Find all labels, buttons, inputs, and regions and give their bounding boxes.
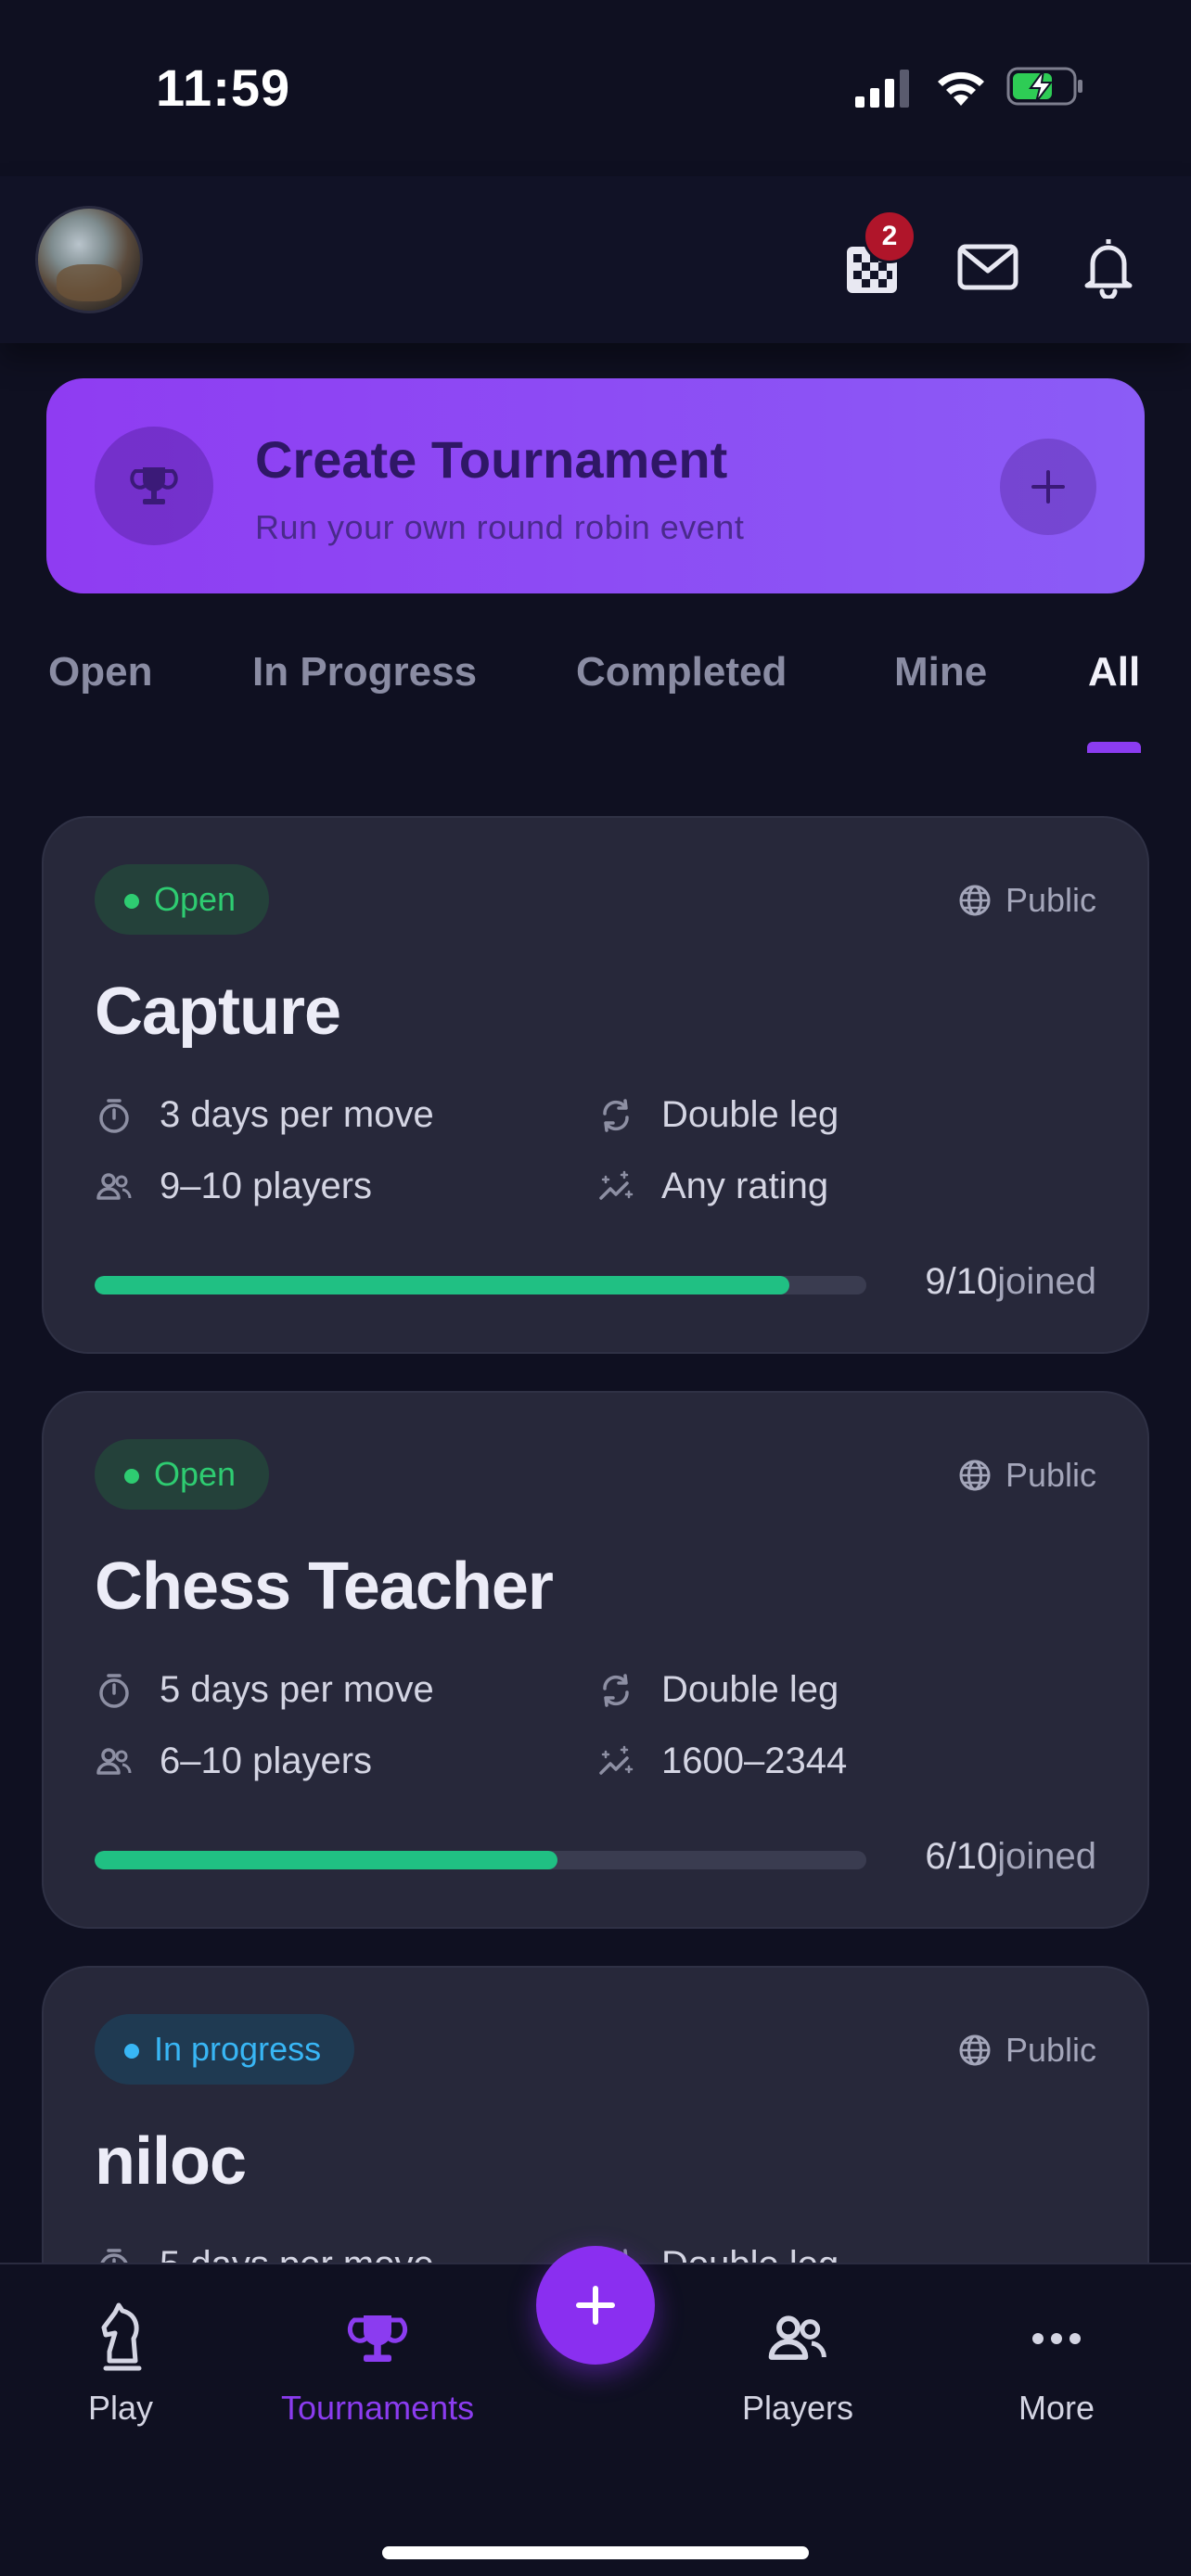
nav-more-label: More [1018,2389,1095,2427]
status-time: 11:59 [156,58,291,117]
tab-completed[interactable]: Completed [576,649,787,695]
players-text: 9–10 players [160,1166,373,1206]
rating-range: Any rating [596,1166,828,1207]
time-control: 5 days per move [95,1669,434,1711]
banner-title: Create Tournament [255,430,728,489]
active-tab-indicator [1087,742,1141,753]
joined-number: 9/10 [925,1261,998,1302]
status-bar: 11:59 [0,0,1191,176]
repeat-icon [603,1673,629,1707]
format-text: Double leg [661,1094,839,1135]
nav-more[interactable]: More [1018,2302,1095,2428]
nav-players-label: Players [742,2389,854,2427]
nav-players[interactable]: Players [742,2302,853,2428]
players-text: 6–10 players [160,1741,373,1781]
joined-progress-fill [95,1851,558,1869]
visibility-label: Public [957,2031,1096,2070]
home-indicator [382,2546,809,2559]
plus-icon[interactable] [1000,439,1096,535]
battery-charging-icon [1006,67,1082,106]
users-icon [96,1172,132,1200]
create-tournament-banner[interactable]: Create Tournament Run your own round rob… [46,378,1145,593]
joined-label: joined [997,1261,1096,1302]
screen: 11:59 2 Create Tournament Run your own r… [0,0,1191,2576]
time-control-text: 5 days per move [160,1669,434,1710]
status-label: Open [154,880,237,918]
globe-icon [959,1460,991,1491]
trophy-icon [95,427,213,545]
status-dot [124,894,139,909]
more-dots-icon [1019,2302,1094,2376]
nav-play-label: Play [87,2389,154,2427]
joined-progress-fill [95,1276,789,1294]
tab-mine[interactable]: Mine [894,649,987,695]
cellular-signal-icon [855,70,909,108]
new-game-fab[interactable] [536,2246,655,2365]
format: Double leg [596,1094,839,1136]
rating-range: 1600–2344 [596,1741,847,1782]
status-badge: In progress [95,2014,355,2085]
tournament-card[interactable]: Open Public Chess Teacher 5 days per mov… [42,1391,1149,1929]
plus-icon [576,2286,615,2325]
nav-tournaments-label: Tournaments [281,2389,475,2427]
wifi-icon [938,71,984,106]
nav-tournaments[interactable]: Tournaments [281,2302,474,2428]
format: Double leg [596,1669,839,1711]
time-control: 3 days per move [95,1094,434,1136]
tournament-card[interactable]: Open Public Capture 3 days per move Doub… [42,816,1149,1354]
filter-tabs: Open In Progress Completed Mine All [0,640,1191,753]
tournament-title: Chess Teacher [95,1549,554,1624]
tournament-title: Capture [95,975,341,1049]
repeat-icon [603,1098,629,1132]
status-dot [124,2044,139,2059]
tournament-title: niloc [95,2124,247,2199]
joined-label: joined [997,1836,1096,1877]
users-icon [96,1747,132,1775]
notification-badge: 2 [863,210,916,263]
joined-progress-bar [95,1276,866,1294]
status-label: Open [154,1455,237,1493]
knight-icon [83,2302,158,2376]
status-badge: Open [95,1439,270,1510]
nav-play[interactable]: Play [83,2302,158,2428]
app-header: 2 [0,176,1191,343]
timer-icon [99,1098,129,1133]
bottom-nav: Play Tournaments Players More [0,2246,1191,2576]
banner-subtitle: Run your own round robin event [255,508,745,546]
status-dot [124,1469,139,1484]
users-icon [761,2302,835,2376]
sparkle-trend-icon [599,1745,634,1775]
rating-text: 1600–2344 [661,1741,848,1781]
time-control-text: 3 days per move [160,1094,434,1135]
joined-number: 6/10 [925,1836,998,1877]
visibility-label: Public [957,1456,1096,1495]
joined-count: 6/10joined [925,1836,1096,1878]
visibility-text: Public [1005,1456,1096,1494]
tab-in-progress[interactable]: In Progress [252,649,477,695]
visibility-text: Public [1005,2031,1096,2069]
tab-all[interactable]: All [1088,649,1140,695]
sparkle-trend-icon [599,1170,634,1200]
joined-count: 9/10joined [925,1261,1096,1303]
rating-text: Any rating [661,1166,829,1206]
joined-progress-bar [95,1851,866,1869]
bell-icon[interactable] [1076,234,1141,299]
player-range: 9–10 players [95,1166,372,1207]
mail-icon[interactable] [955,234,1020,299]
timer-icon [99,1673,129,1708]
visibility-text: Public [1005,881,1096,919]
status-badge: Open [95,864,270,935]
format-text: Double leg [661,1669,839,1710]
trophy-icon [340,2302,415,2376]
user-avatar[interactable] [35,206,143,313]
globe-icon [959,2034,991,2066]
visibility-label: Public [957,881,1096,920]
player-range: 6–10 players [95,1741,372,1782]
globe-icon [959,885,991,916]
tab-open[interactable]: Open [48,649,152,695]
status-label: In progress [154,2030,322,2068]
